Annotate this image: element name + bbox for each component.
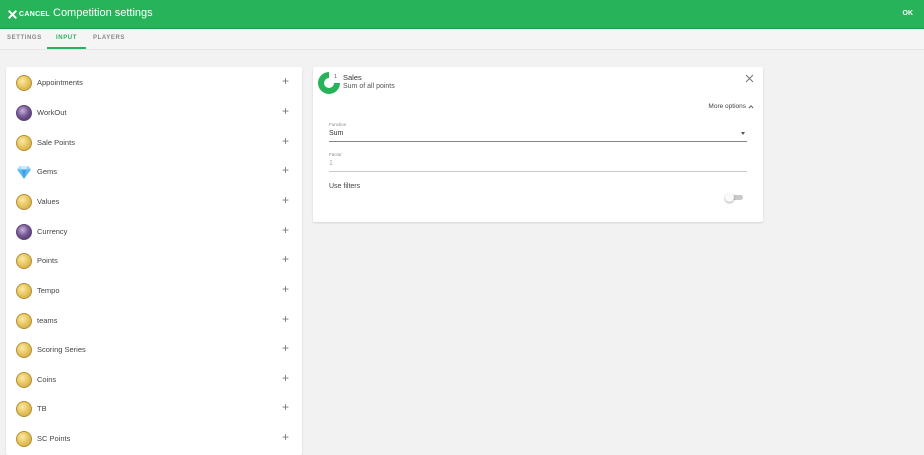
add-icon[interactable]: + (282, 341, 289, 355)
input-label: Appointments (37, 78, 83, 87)
input-label: Points (37, 256, 58, 265)
add-icon[interactable]: + (282, 252, 289, 266)
list-item[interactable]: Tempo + (6, 281, 302, 305)
tab-input[interactable]: INPUT (56, 35, 77, 41)
add-icon[interactable]: + (282, 104, 289, 118)
top-app-bar: CANCEL Competition settings OK (0, 0, 924, 29)
add-icon[interactable]: + (282, 163, 289, 177)
list-item[interactable]: Scoring Series + (6, 340, 302, 364)
add-icon[interactable]: + (282, 193, 289, 207)
coin-icon (16, 313, 32, 329)
coin-icon (16, 135, 32, 151)
add-icon[interactable]: + (282, 282, 289, 296)
list-item[interactable]: Gems + (6, 162, 302, 186)
coin-icon (16, 283, 32, 299)
input-list: Appointments + WorkOut + Sale Points + G… (6, 67, 302, 455)
function-select[interactable]: Function Sum (329, 122, 747, 142)
list-item[interactable]: teams + (6, 311, 302, 335)
tab-settings[interactable]: SETTINGS (7, 35, 42, 41)
close-icon (8, 10, 17, 19)
input-label: WorkOut (37, 108, 67, 117)
input-number: 1 (334, 74, 338, 80)
input-label: TB (37, 404, 47, 413)
list-item[interactable]: Points + (6, 251, 302, 275)
add-icon[interactable]: + (282, 371, 289, 385)
input-label: SC Points (37, 434, 71, 443)
cancel-label: CANCEL (19, 11, 50, 18)
cancel-button[interactable]: CANCEL (8, 8, 50, 21)
input-label: Values (37, 197, 60, 206)
coin-icon (16, 342, 32, 358)
coin-icon (16, 372, 32, 388)
list-item[interactable]: Sale Points + (6, 133, 302, 157)
coin-icon (16, 431, 32, 447)
input-label: Currency (37, 227, 68, 236)
coin-icon (16, 194, 32, 210)
list-item[interactable]: WorkOut + (6, 103, 302, 127)
add-icon[interactable]: + (282, 74, 289, 88)
tab-players[interactable]: PLAYERS (93, 35, 125, 41)
factor-field[interactable]: Factor 1 (329, 152, 747, 172)
selected-input-card: 1 Sales Sum of all points More options F… (313, 67, 763, 222)
list-item[interactable]: Appointments + (6, 73, 302, 97)
use-filters-label: Use filters (329, 183, 361, 190)
coin-icon (16, 253, 32, 269)
more-options-label: More options (708, 103, 746, 110)
add-icon[interactable]: + (282, 400, 289, 414)
toggle-knob (725, 193, 734, 202)
input-label: Tempo (37, 286, 60, 295)
coin-icon (16, 75, 32, 91)
list-item[interactable]: Values + (6, 192, 302, 216)
input-label: Coins (37, 375, 57, 384)
avatar-photo-icon (16, 224, 32, 240)
function-value: Sum (329, 130, 344, 137)
close-icon[interactable] (745, 74, 754, 83)
selected-input-title: Sales (343, 73, 362, 82)
input-label: teams (37, 316, 58, 325)
list-item[interactable]: Coins + (6, 370, 302, 394)
add-icon[interactable]: + (282, 430, 289, 444)
page-title: Competition settings (53, 7, 153, 19)
active-tab-indicator (47, 47, 86, 49)
add-icon[interactable]: + (282, 223, 289, 237)
use-filters-toggle[interactable] (725, 193, 744, 202)
selected-input-subtitle: Sum of all points (343, 83, 395, 90)
add-icon[interactable]: + (282, 312, 289, 326)
list-item[interactable]: Currency + (6, 222, 302, 246)
list-item[interactable]: TB + (6, 399, 302, 423)
factor-value: 1 (329, 160, 333, 167)
chevron-down-icon (741, 132, 745, 135)
more-options-button[interactable]: More options (708, 103, 754, 110)
ok-button[interactable]: OK (903, 10, 914, 17)
coin-icon (16, 401, 32, 417)
chevron-up-icon (748, 104, 754, 109)
input-label: Scoring Series (37, 345, 86, 354)
tab-bar: SETTINGS INPUT PLAYERS (0, 29, 924, 50)
input-label: Sale Points (37, 138, 75, 147)
list-item[interactable]: SC Points + (6, 429, 302, 453)
gem-icon (17, 166, 31, 179)
input-label: Gems (37, 167, 58, 176)
factor-label: Factor (329, 152, 342, 157)
add-icon[interactable]: + (282, 134, 289, 148)
function-label: Function (329, 122, 347, 127)
avatar-photo-icon (16, 105, 32, 121)
